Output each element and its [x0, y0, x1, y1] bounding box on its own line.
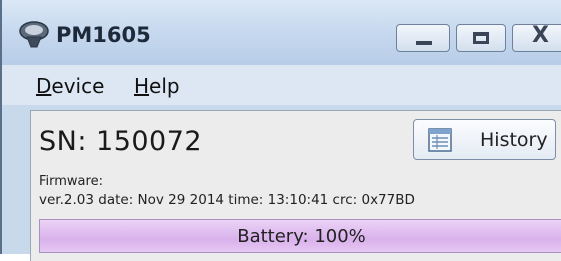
history-icon	[428, 128, 452, 152]
firmware-label: Firmware:	[39, 174, 103, 189]
history-label: History	[480, 129, 548, 151]
menu-bar: Device Help	[2, 65, 561, 105]
maximize-button[interactable]	[456, 24, 506, 52]
menu-device-label: evice	[51, 74, 105, 98]
device-icon	[19, 21, 49, 48]
serial-number: SN: 150072	[39, 126, 203, 157]
history-button[interactable]: History	[413, 119, 556, 160]
window-title: PM1605	[56, 23, 151, 47]
battery-progress-bar: Battery: 100%	[39, 219, 561, 253]
battery-label: Battery: 100%	[237, 226, 366, 247]
minimize-icon	[416, 41, 432, 45]
menu-help-mnemonic: H	[134, 74, 150, 98]
menu-help-label: elp	[149, 74, 180, 98]
close-button[interactable]: X	[512, 23, 561, 52]
title-bar[interactable]: PM1605 X	[2, 0, 561, 65]
firmware-info: ver.2.03 date: Nov 29 2014 time: 13:10:4…	[39, 192, 415, 208]
device-panel: SN: 150072 History Firmware: ver.2.03 da…	[30, 110, 561, 261]
close-icon: X	[532, 23, 549, 48]
menu-help[interactable]: Help	[134, 74, 180, 98]
menu-device[interactable]: Device	[36, 74, 104, 98]
minimize-button[interactable]	[396, 24, 450, 52]
menu-device-mnemonic: D	[36, 74, 52, 98]
maximize-icon	[473, 32, 489, 44]
app-window: PM1605 X Device Help SN: 150072 History	[0, 0, 561, 261]
